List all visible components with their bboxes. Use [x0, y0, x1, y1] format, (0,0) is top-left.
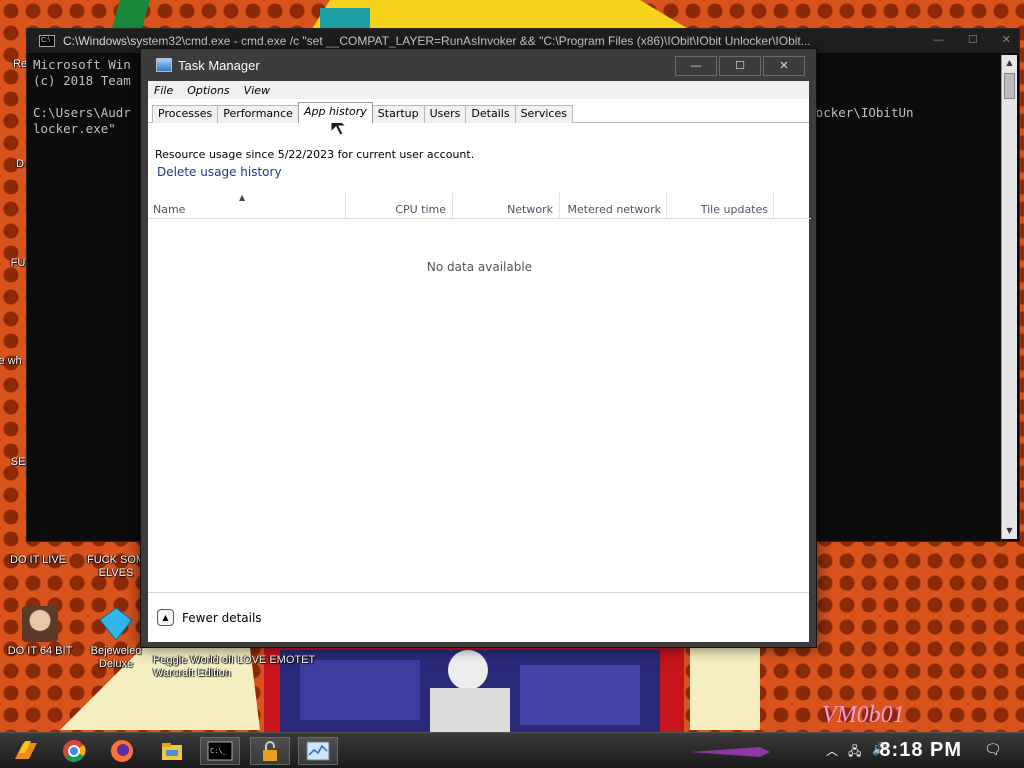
tab-details[interactable]: Details: [465, 105, 516, 123]
diamond-icon: [98, 606, 134, 642]
lock-icon: [263, 741, 277, 761]
table-header: ▲ Name CPU time Network Metered network …: [148, 193, 811, 219]
start-button[interactable]: [6, 737, 46, 765]
column-header-tile-updates[interactable]: Tile updates: [667, 193, 774, 219]
taskbar-cmd[interactable]: C:\_: [200, 737, 240, 765]
maximize-icon[interactable]: ☐: [968, 33, 978, 46]
close-button[interactable]: ✕: [763, 56, 805, 76]
menu-file[interactable]: File: [154, 84, 173, 97]
column-header-cpu-time[interactable]: CPU time: [346, 193, 453, 219]
column-label: Tile updates: [700, 203, 768, 216]
cmd-taskbar-icon: C:\_: [207, 741, 233, 761]
task-manager-window[interactable]: Task Manager — ☐ ✕ File Options View Pro…: [140, 48, 817, 648]
chrome-icon: [63, 740, 86, 762]
task-manager-icon: [156, 58, 172, 72]
taskbar-clock[interactable]: 8:18 PM: [879, 739, 962, 762]
scroll-down-icon[interactable]: ▼: [1002, 523, 1017, 539]
resource-usage-text: Resource usage since 5/22/2023 for curre…: [155, 148, 475, 161]
taskbar-file-explorer[interactable]: [152, 737, 192, 765]
firefox-icon: [111, 740, 133, 762]
desktop-icon-doit64[interactable]: DO IT 64 BIT: [2, 606, 78, 658]
taskmanager-taskbar-icon: [306, 741, 330, 761]
desktop-icon-emotet[interactable]: I LOVE EMOTET: [228, 654, 318, 667]
cmd-scrollbar[interactable]: ▲ ▼: [1001, 55, 1017, 539]
svg-text:C:\_: C:\_: [210, 747, 228, 755]
taskbar-unlocker[interactable]: [250, 737, 290, 765]
menu-options[interactable]: Options: [187, 84, 229, 97]
desktop-icon-label: Bejeweled Deluxe: [90, 645, 142, 670]
desktop-icon-label: I LOVE EMOTET: [230, 654, 316, 666]
menu-view[interactable]: View: [244, 84, 270, 97]
minimize-button[interactable]: —: [675, 56, 717, 76]
column-label: Network: [507, 203, 553, 216]
file-explorer-icon: [162, 743, 182, 760]
desktop-icon-doitlive[interactable]: DO IT LIVE: [0, 554, 76, 567]
close-icon[interactable]: ✕: [1002, 33, 1011, 46]
watermark-text: VM0b01: [822, 702, 905, 728]
tab-app-history[interactable]: App history: [297, 102, 373, 123]
tab-users[interactable]: Users: [423, 105, 467, 123]
delete-usage-history-link[interactable]: Delete usage history: [157, 165, 282, 179]
scroll-thumb[interactable]: [1004, 73, 1015, 99]
column-label: Metered network: [567, 203, 661, 216]
chevron-up-icon[interactable]: ▲: [157, 609, 174, 626]
desktop-icon-label: Peggle World of Warcraft Edition: [152, 654, 232, 679]
desktop-icon-peggle[interactable]: Peggle World of Warcraft Edition: [152, 654, 232, 680]
cmd-title-text: C:\Windows\system32\cmd.exe - cmd.exe /c…: [63, 34, 811, 48]
cmd-window-controls: — ☐ ✕: [933, 33, 1011, 46]
start-icon: [15, 741, 37, 759]
tray-chevron-icon[interactable]: ︿: [826, 742, 838, 759]
tab-processes[interactable]: Processes: [152, 105, 219, 123]
portrait-icon: [22, 606, 58, 642]
desktop-icon-label: DO IT LIVE: [9, 554, 67, 566]
footer-bar: ▲ Fewer details: [148, 592, 809, 642]
task-manager-content: File Options View Processes Performance …: [148, 81, 811, 642]
column-header-name[interactable]: Name: [148, 193, 346, 219]
column-label: CPU time: [395, 203, 446, 216]
menu-bar: File Options View: [148, 81, 809, 99]
tab-strip: Processes Performance App history Startu…: [152, 102, 573, 123]
notification-icon[interactable]: 🗨: [984, 742, 1002, 758]
taskbar-chrome[interactable]: [54, 737, 94, 765]
column-header-metered-network[interactable]: Metered network: [560, 193, 667, 219]
column-header-network[interactable]: Network: [453, 193, 560, 219]
taskbar: C:\_ ︿ 🖧 🔊 8:18 PM 🗨: [0, 732, 1024, 768]
scroll-up-icon[interactable]: ▲: [1002, 55, 1017, 71]
window-title: Task Manager: [178, 57, 260, 73]
tab-performance[interactable]: Performance: [217, 105, 299, 123]
window-controls: — ☐ ✕: [675, 56, 805, 76]
network-icon[interactable]: 🖧: [848, 742, 861, 763]
taskbar-firefox[interactable]: [102, 737, 142, 765]
tab-services[interactable]: Services: [514, 105, 573, 123]
taskbar-decoration: [690, 747, 770, 757]
tab-startup[interactable]: Startup: [371, 105, 425, 123]
no-data-message: No data available: [426, 260, 533, 274]
task-manager-titlebar[interactable]: Task Manager — ☐ ✕: [148, 49, 809, 81]
minimize-icon[interactable]: —: [933, 33, 944, 46]
taskbar-task-manager[interactable]: [298, 737, 338, 765]
maximize-button[interactable]: ☐: [719, 56, 761, 76]
fewer-details-button[interactable]: Fewer details: [182, 611, 262, 625]
column-label: Name: [153, 203, 186, 216]
cmd-icon: C:\: [39, 35, 55, 47]
desktop-icon-label: DO IT 64 BIT: [7, 645, 73, 657]
